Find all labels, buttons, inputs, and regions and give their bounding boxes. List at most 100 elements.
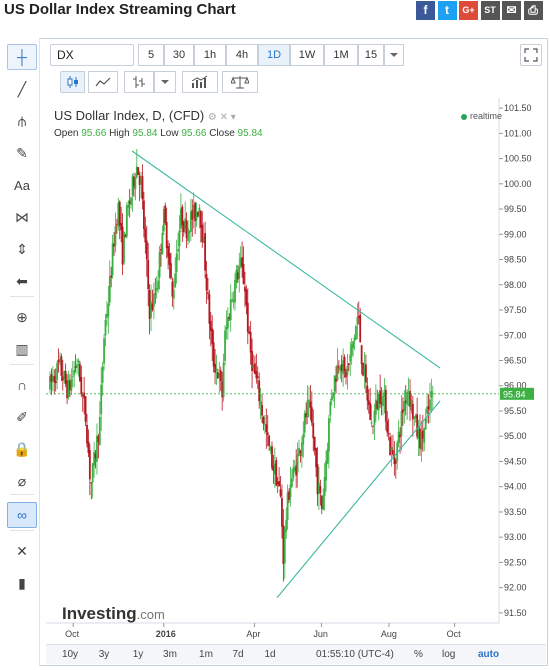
candle-body: [329, 401, 332, 416]
x-tick-label: Jun: [313, 629, 328, 639]
lock-tool[interactable]: 🔒: [7, 436, 37, 462]
arrow-left-tool[interactable]: ⬅: [7, 268, 37, 294]
symbol-input[interactable]: DX: [50, 44, 134, 66]
compare-button[interactable]: [222, 71, 258, 93]
trash-tool[interactable]: ▮: [7, 570, 37, 596]
range-1m-button[interactable]: 1m: [192, 647, 220, 663]
lower-trendline: [276, 400, 441, 599]
candle-body: [175, 253, 178, 272]
y-tick-label: 99.00: [504, 229, 527, 239]
range-1d-button[interactable]: 1d: [256, 647, 284, 663]
candle-body: [262, 416, 265, 424]
twitter-icon[interactable]: t: [437, 1, 457, 20]
tools-tool[interactable]: ✕: [7, 538, 37, 564]
timeframe-30-button[interactable]: 30: [164, 44, 194, 66]
facebook-icon[interactable]: f: [416, 1, 435, 20]
candles-button[interactable]: [60, 71, 85, 93]
candle-body: [164, 205, 167, 224]
chevron-down-icon: [390, 53, 398, 57]
settings-gear-icon[interactable]: ⚙ ✕ ▾: [208, 112, 236, 123]
pitchfork-tool[interactable]: ⫛: [7, 108, 37, 134]
fullscreen-button[interactable]: [520, 44, 542, 66]
timeframe-toolbar: DX 5 30 1h 4h 1D 1W 1M 15: [46, 44, 546, 68]
candle-body: [168, 253, 171, 265]
candle-body: [211, 328, 214, 344]
crosshair-tool[interactable]: ┼: [7, 44, 37, 70]
range-1y-button[interactable]: 1y: [124, 647, 152, 663]
candle-body: [73, 370, 76, 376]
candle-body: [387, 433, 390, 435]
line-chart-button[interactable]: [88, 71, 118, 93]
candle-body: [152, 293, 155, 307]
high-value: 95.84: [132, 128, 158, 139]
stocktwits-icon[interactable]: ST: [480, 1, 500, 20]
bars-tool[interactable]: ▥: [7, 336, 37, 362]
text-icon: Aa: [14, 177, 30, 193]
candle-body: [103, 338, 105, 364]
candle-body: [258, 380, 261, 402]
timeframe-1h-button[interactable]: 1h: [194, 44, 226, 66]
pencil-lock-tool[interactable]: ✐: [7, 404, 37, 430]
email-icon[interactable]: ✉: [502, 1, 521, 20]
timeframe-1w-button[interactable]: 1W: [290, 44, 324, 66]
text-tool[interactable]: Aa: [7, 172, 37, 198]
candle-body: [178, 230, 181, 247]
trendline-tool[interactable]: ╱: [7, 76, 37, 102]
candle-body: [325, 460, 327, 481]
link-tool[interactable]: ∞: [7, 502, 37, 528]
chart-legend-title: US Dollar Index, D, (CFD) ⚙ ✕ ▾: [54, 108, 236, 123]
close-value: 95.84: [237, 128, 263, 139]
candle-body: [397, 431, 400, 443]
candle-body: [291, 478, 293, 488]
eye-hide-tool[interactable]: ⌀: [7, 468, 37, 494]
candle-body: [322, 495, 325, 510]
google-plus-icon[interactable]: G+: [459, 1, 478, 20]
timeframe-1m-button[interactable]: 1M: [324, 44, 358, 66]
candle-body: [356, 317, 359, 325]
chart-type-dropdown[interactable]: [154, 71, 176, 93]
timeframe-1d-button[interactable]: 1D: [258, 44, 290, 66]
candle-body: [204, 233, 207, 271]
range-3y-button[interactable]: 3y: [90, 647, 118, 663]
open-value: 95.66: [81, 128, 107, 139]
candle-body: [259, 401, 262, 405]
candle-body: [71, 376, 74, 378]
candle-body: [145, 240, 148, 260]
link-icon: ∞: [17, 507, 27, 523]
y-tick-label: 92.50: [504, 557, 527, 567]
bars-button[interactable]: [124, 71, 154, 93]
print-icon[interactable]: ⎙: [523, 1, 543, 20]
auto-toggle[interactable]: auto: [478, 647, 499, 663]
magnet-tool[interactable]: ∩: [7, 372, 37, 398]
candle-body: [91, 463, 94, 483]
timeframe-5-button[interactable]: 5: [138, 44, 164, 66]
bottom-range-bar: 10y 3y 1y 3m 1m 7d 1d 01:55:10 (UTC-4) % log a…: [46, 644, 546, 664]
timeframe-15-button[interactable]: 15: [358, 44, 384, 66]
candle-body: [278, 481, 281, 487]
candle-body: [76, 364, 78, 368]
candle-body: [300, 442, 303, 457]
brush-tool[interactable]: ✎: [7, 140, 37, 166]
drawing-toolbar: ┼ ╱ ⫛ ✎ Aa ⋈ ⇕ ⬅ ⊕ ▥ ∩ ✐ 🔒 ⌀ ∞ ✕ ▮: [4, 38, 40, 666]
candle-body: [310, 407, 313, 423]
range-3m-button[interactable]: 3m: [156, 647, 184, 663]
indicators-button[interactable]: [182, 71, 218, 93]
measure-tool[interactable]: ⇕: [7, 236, 37, 262]
candle-body: [238, 266, 241, 279]
price-chart[interactable]: 91.50 92.00 92.50 93.00 93.50 94.00 94.50 95.00…: [46, 98, 548, 664]
range-10y-button[interactable]: 10y: [56, 647, 84, 663]
candlestick-chart-svg[interactable]: 91.50 92.00 92.50 93.00 93.50 94.00 94.50 95.00…: [46, 98, 548, 644]
percent-toggle[interactable]: %: [414, 647, 423, 663]
candle-body: [332, 392, 335, 398]
log-toggle[interactable]: log: [442, 647, 455, 663]
timeframe-dropdown[interactable]: [384, 44, 404, 66]
arrow-left-icon: ⬅: [16, 272, 28, 289]
timeframe-4h-button[interactable]: 4h: [226, 44, 258, 66]
range-7d-button[interactable]: 7d: [224, 647, 252, 663]
pattern-tool[interactable]: ⋈: [7, 204, 37, 230]
fullscreen-icon: [524, 48, 538, 62]
candle-body: [88, 450, 91, 480]
brush-icon: ✎: [16, 144, 28, 161]
zoom-tool[interactable]: ⊕: [7, 304, 37, 330]
y-tick-label: 94.50: [504, 456, 527, 466]
